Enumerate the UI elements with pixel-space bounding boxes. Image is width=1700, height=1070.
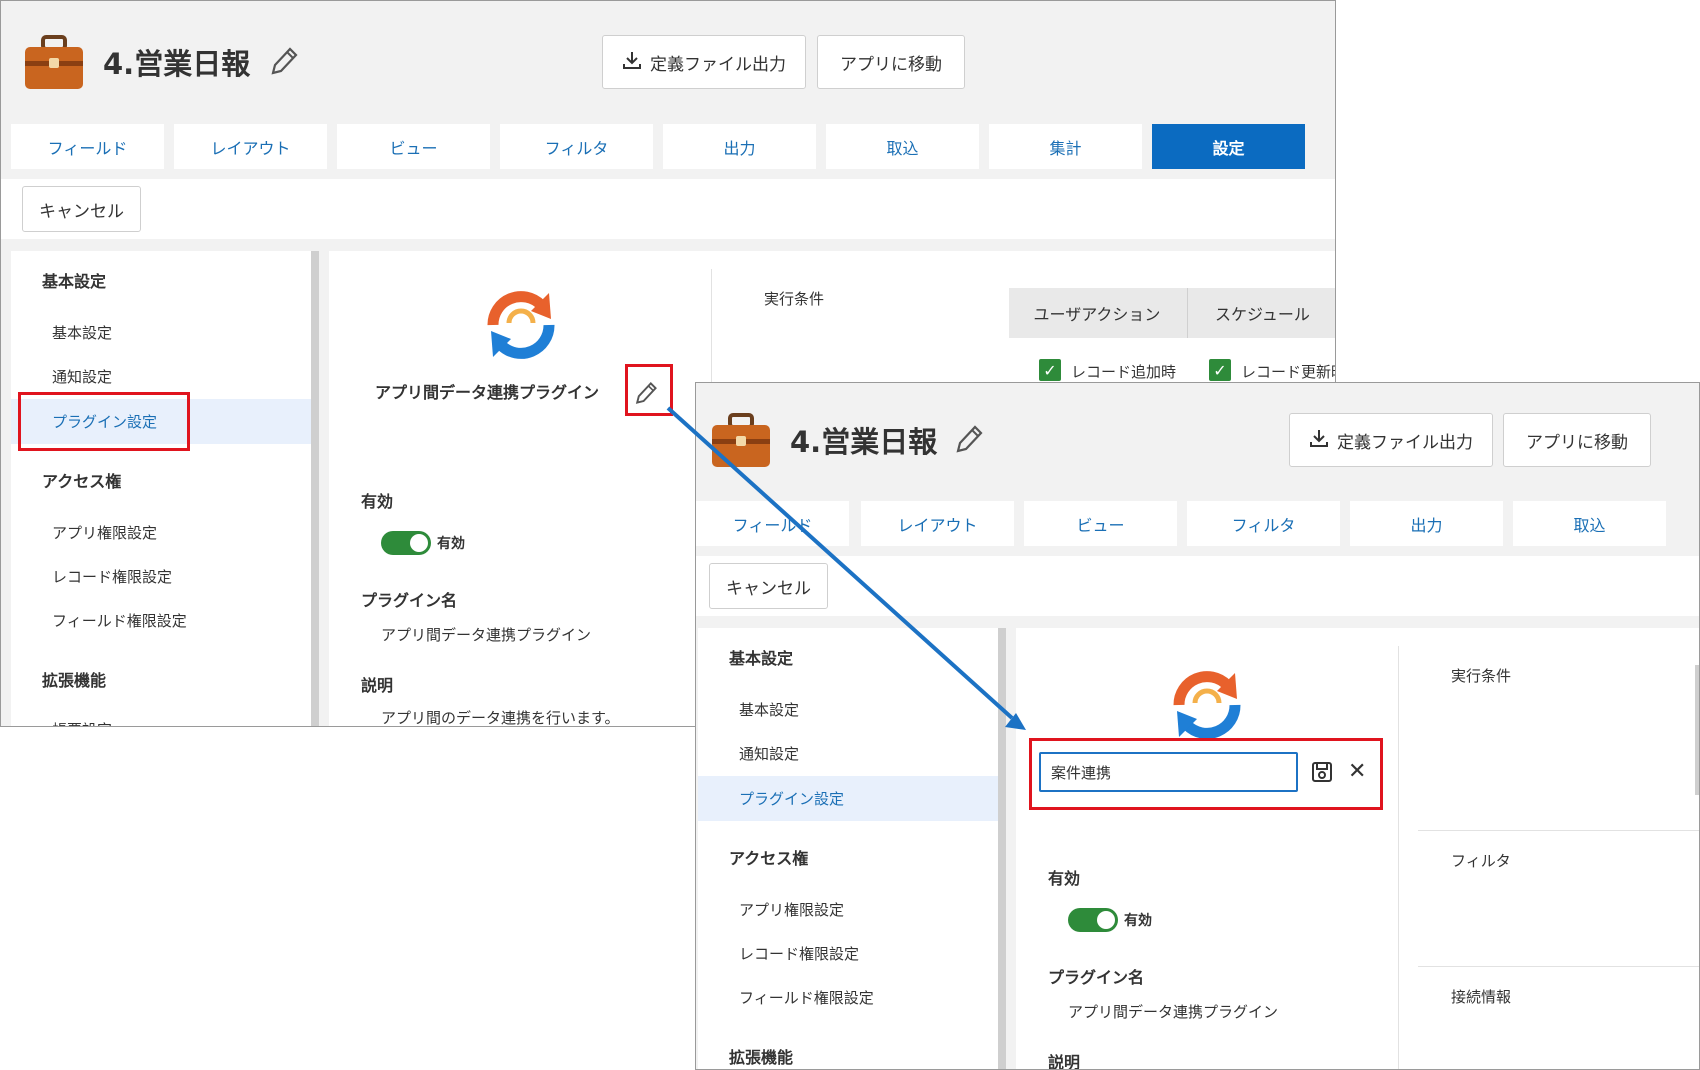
sidebar-item-app-permission[interactable]: アプリ権限設定	[739, 899, 844, 920]
description-value: アプリ間のデータ連携を行います。	[381, 709, 620, 727]
goto-app-button[interactable]: アプリに移動	[1503, 413, 1651, 467]
plugin-name-value: アプリ間データ連携プラグイン	[1068, 1003, 1279, 1021]
tab-schedule[interactable]: スケジュール	[1187, 288, 1335, 338]
description-label: 説明	[1048, 1053, 1081, 1070]
sidebar-item-basic[interactable]: 基本設定	[739, 699, 799, 720]
sync-arrows-icon	[479, 287, 563, 367]
export-definition-label: 定義ファイル出力	[1337, 432, 1473, 453]
tab-view[interactable]: ビュー	[1024, 501, 1177, 546]
sidebar-item-notification[interactable]: 通知設定	[52, 366, 112, 387]
goto-app-label: アプリに移動	[1526, 432, 1628, 453]
sidebar-item-field-permission[interactable]: フィールド権限設定	[739, 987, 874, 1008]
tab-field[interactable]: フィールド	[696, 501, 849, 546]
sidebar-item-record-permission[interactable]: レコード権限設定	[52, 566, 172, 587]
sidebar-heading-access: アクセス権	[729, 849, 809, 868]
enabled-toggle[interactable]	[1068, 908, 1118, 932]
sync-arrows-icon	[1165, 667, 1249, 747]
goto-app-button[interactable]: アプリに移動	[817, 35, 965, 89]
tab-view[interactable]: ビュー	[337, 124, 490, 169]
sidebar-scrollbar[interactable]	[311, 251, 319, 726]
tab-output[interactable]: 出力	[663, 124, 816, 169]
enabled-toggle-state: 有効	[437, 536, 465, 552]
cancel-button[interactable]: キャンセル	[22, 186, 141, 232]
action-bar	[1, 179, 1335, 239]
tab-field[interactable]: フィールド	[11, 124, 164, 169]
tab-filter[interactable]: フィルタ	[1187, 501, 1340, 546]
filter-label: フィルタ	[1451, 852, 1511, 870]
exec-condition-label: 実行条件	[764, 290, 825, 308]
briefcase-icon	[710, 413, 772, 473]
sidebar-scrollbar[interactable]	[998, 628, 1006, 1069]
cancel-label: キャンセル	[726, 578, 811, 599]
plugin-display-name: アプリ間データ連携プラグイン	[375, 383, 600, 402]
enabled-label: 有効	[1048, 869, 1081, 888]
highlight-edit-pencil	[625, 364, 673, 416]
page-title: 4.営業日報	[790, 425, 938, 459]
plugin-name-value: アプリ間データ連携プラグイン	[381, 626, 592, 644]
tab-user-action[interactable]: ユーザアクション	[1009, 288, 1185, 338]
edit-title-pencil-icon[interactable]	[269, 45, 299, 81]
edit-title-pencil-icon[interactable]	[954, 423, 984, 459]
check-record-update[interactable]: ✓	[1209, 359, 1231, 381]
check-record-add-label: レコード追加時	[1071, 363, 1177, 381]
export-definition-label: 定義ファイル出力	[650, 54, 786, 75]
sidebar-item-record-permission[interactable]: レコード権限設定	[739, 943, 859, 964]
cancel-button[interactable]: キャンセル	[709, 563, 828, 609]
sidebar-item-field-permission[interactable]: フィールド権限設定	[52, 610, 187, 631]
sidebar-item-notification[interactable]: 通知設定	[739, 743, 799, 764]
enabled-label: 有効	[361, 492, 394, 511]
tab-settings[interactable]: 設定	[1152, 124, 1305, 169]
sidebar-item-form[interactable]: 帳票設定	[52, 719, 112, 726]
sidebar-heading-basic: 基本設定	[42, 272, 107, 291]
download-icon	[1309, 428, 1329, 453]
sidebar-heading-extension: 拡張機能	[42, 671, 107, 690]
page-title: 4.営業日報	[103, 47, 251, 81]
export-definition-button[interactable]: 定義ファイル出力	[1289, 413, 1493, 467]
tab-aggregate[interactable]: 集計	[989, 124, 1142, 169]
sidebar-item-app-permission[interactable]: アプリ権限設定	[52, 522, 157, 543]
action-bar	[696, 556, 1699, 616]
enabled-toggle[interactable]	[381, 531, 431, 555]
description-label: 説明	[361, 676, 394, 695]
highlight-name-editor	[1029, 738, 1383, 810]
tab-import[interactable]: 取込	[826, 124, 979, 169]
enabled-toggle-state: 有効	[1124, 913, 1152, 929]
sidebar-heading-access: アクセス権	[42, 472, 122, 491]
sidebar-heading-basic: 基本設定	[729, 649, 794, 668]
sidebar-item-plugin[interactable]: プラグイン設定	[698, 776, 998, 821]
plugin-name-label: プラグイン名	[361, 591, 458, 610]
goto-app-label: アプリに移動	[840, 54, 942, 75]
connection-info-label: 接続情報	[1451, 988, 1512, 1006]
download-icon	[622, 50, 642, 75]
tab-layout[interactable]: レイアウト	[174, 124, 327, 169]
tab-import[interactable]: 取込	[1513, 501, 1666, 546]
panel-scrollbar[interactable]	[1695, 665, 1699, 795]
tab-output[interactable]: 出力	[1350, 501, 1503, 546]
export-definition-button[interactable]: 定義ファイル出力	[602, 35, 806, 89]
sidebar-item-basic[interactable]: 基本設定	[52, 322, 112, 343]
check-record-update-label: レコード更新時	[1241, 363, 1336, 381]
highlight-plugin-settings	[18, 392, 190, 451]
tab-filter[interactable]: フィルタ	[500, 124, 653, 169]
settings-screenshot-after: 4.営業日報 定義ファイル出力 アプリに移動 フィールド レイアウト ビュー フ…	[695, 382, 1700, 1070]
tab-layout[interactable]: レイアウト	[861, 501, 1014, 546]
plugin-name-label: プラグイン名	[1048, 968, 1145, 987]
briefcase-icon	[23, 35, 85, 95]
sidebar-heading-extension: 拡張機能	[729, 1048, 794, 1067]
exec-condition-label: 実行条件	[1451, 667, 1512, 685]
check-record-add[interactable]: ✓	[1039, 359, 1061, 381]
cancel-label: キャンセル	[39, 201, 124, 222]
